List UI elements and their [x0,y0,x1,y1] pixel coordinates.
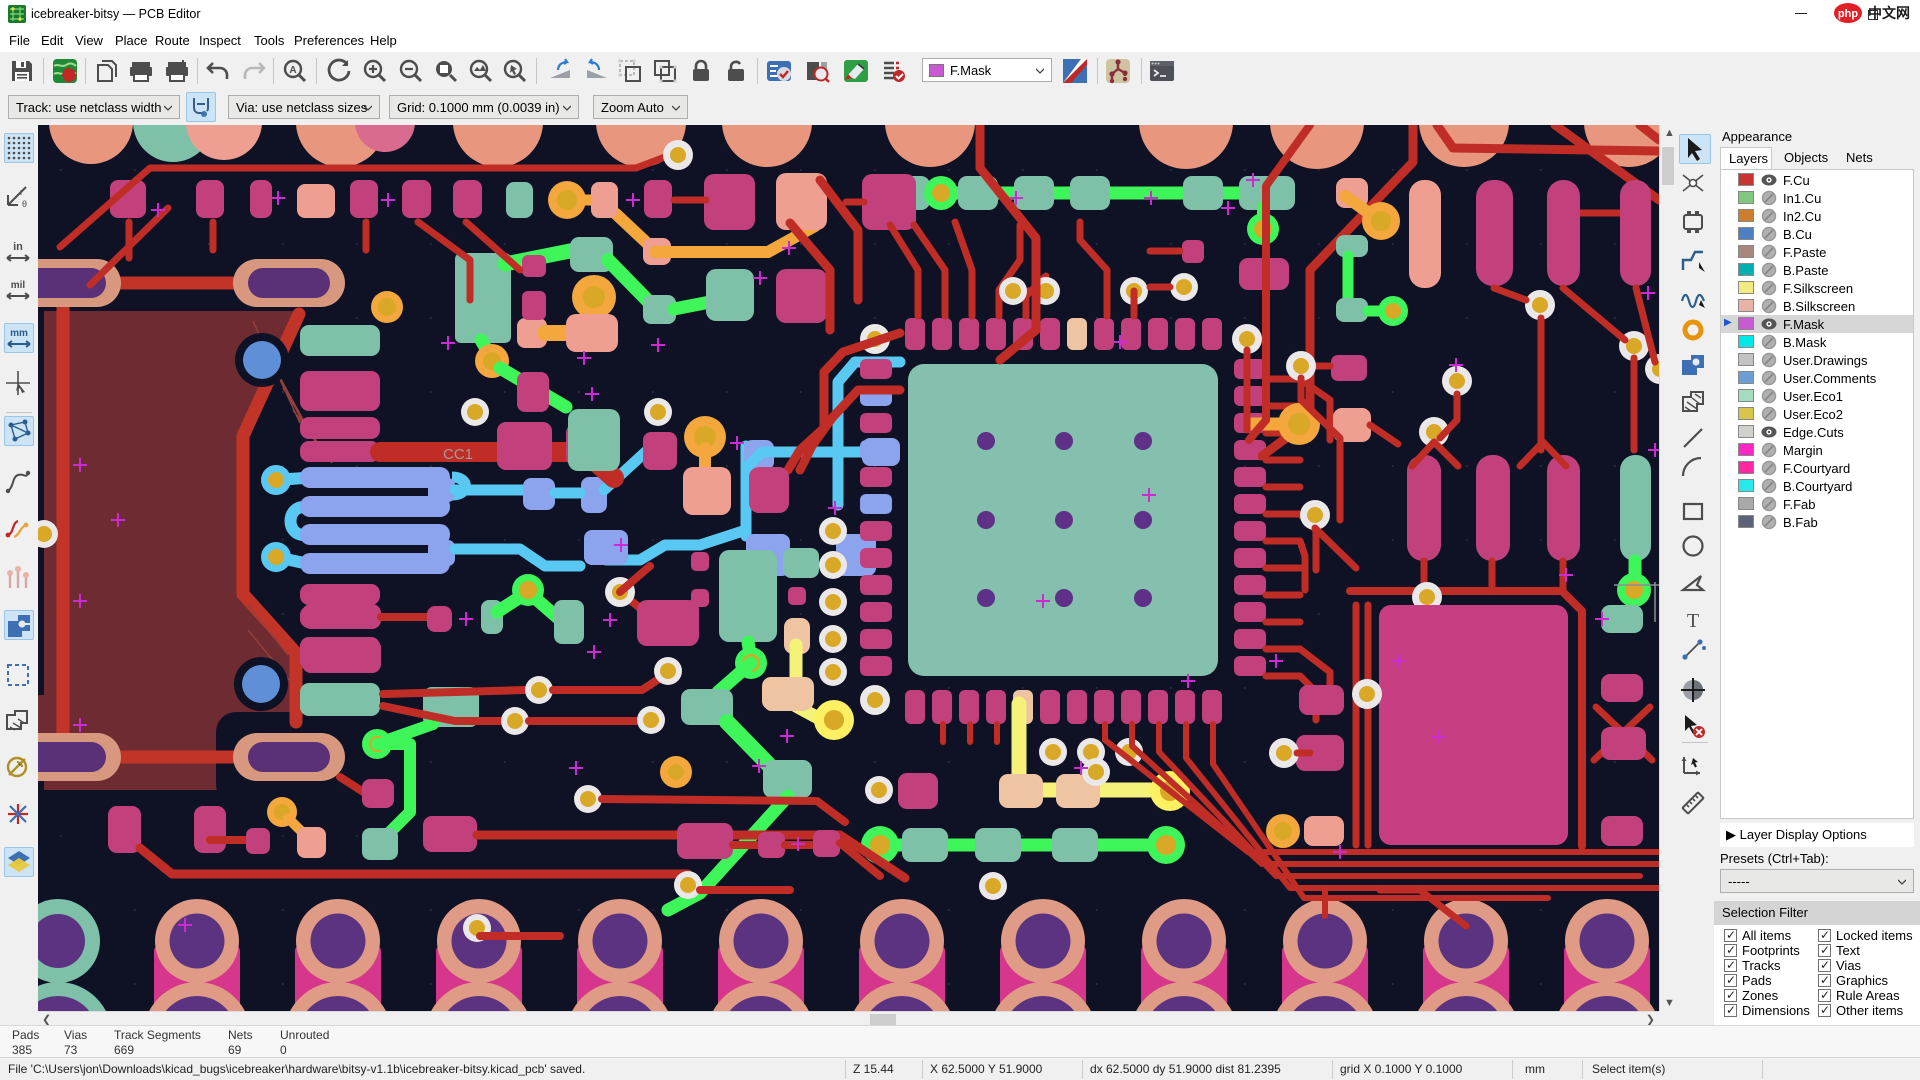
svg-text:r: r [20,187,23,197]
svg-text:in: in [13,241,23,253]
svg-text:mm: mm [10,328,28,339]
svg-text:CC1: CC1 [443,446,473,463]
svg-text:T: T [1687,610,1699,632]
svg-text:mil: mil [11,280,26,291]
svg-text:中文网: 中文网 [1868,5,1910,21]
svg-text:θ: θ [22,199,27,209]
svg-text:A: A [289,65,296,76]
svg-text:php: php [1838,8,1858,20]
